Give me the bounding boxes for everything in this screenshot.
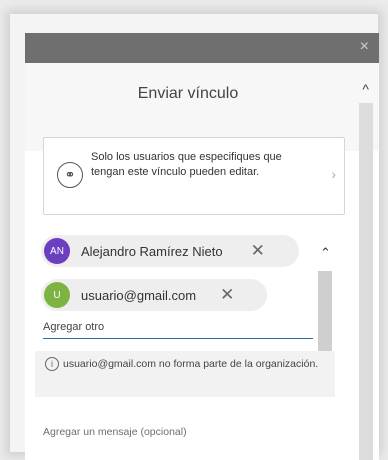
scroll-up-icon[interactable]: ⌃ [320,245,331,261]
recipient-name: Alejandro Ramírez Nieto [81,243,223,259]
chevron-right-icon: › [331,166,336,182]
link-edit-icon: ⚭ [57,162,83,188]
send-link-dialog: × Enviar vínculo ^ ⚭ Solo los usuarios q… [25,33,379,460]
recipient-name: usuario@gmail.com [81,287,197,303]
avatar: U [44,282,70,308]
remove-recipient-icon[interactable]: ✕ [220,285,234,305]
permission-description: Solo los usuarios que especifiques que t… [91,151,282,178]
close-icon[interactable]: × [360,39,369,55]
scrollbar-thumb[interactable] [318,271,332,353]
warning-text: usuario@gmail.com no forma parte de la o… [63,358,319,370]
recipient-chip: U usuario@gmail.com ✕ [41,279,267,311]
add-recipient-input[interactable]: Agregar otro [43,321,313,339]
message-input[interactable]: Agregar un mensaje (opcional) [43,426,187,438]
link-permission-button[interactable]: ⚭ Solo los usuarios que especifiques que… [43,137,345,215]
dialog-scrollbar[interactable] [359,103,373,460]
title-bar: × [25,33,379,63]
recipient-chip: AN Alejandro Ramírez Nieto ✕ [41,235,299,267]
remove-recipient-icon[interactable]: ✕ [251,241,265,261]
scroll-up-icon[interactable]: ^ [362,81,369,97]
avatar: AN [44,238,70,264]
dialog-title: Enviar vínculo [137,85,239,102]
info-icon: i [45,357,59,371]
warning-message: i usuario@gmail.com no forma parte de la… [35,351,335,397]
